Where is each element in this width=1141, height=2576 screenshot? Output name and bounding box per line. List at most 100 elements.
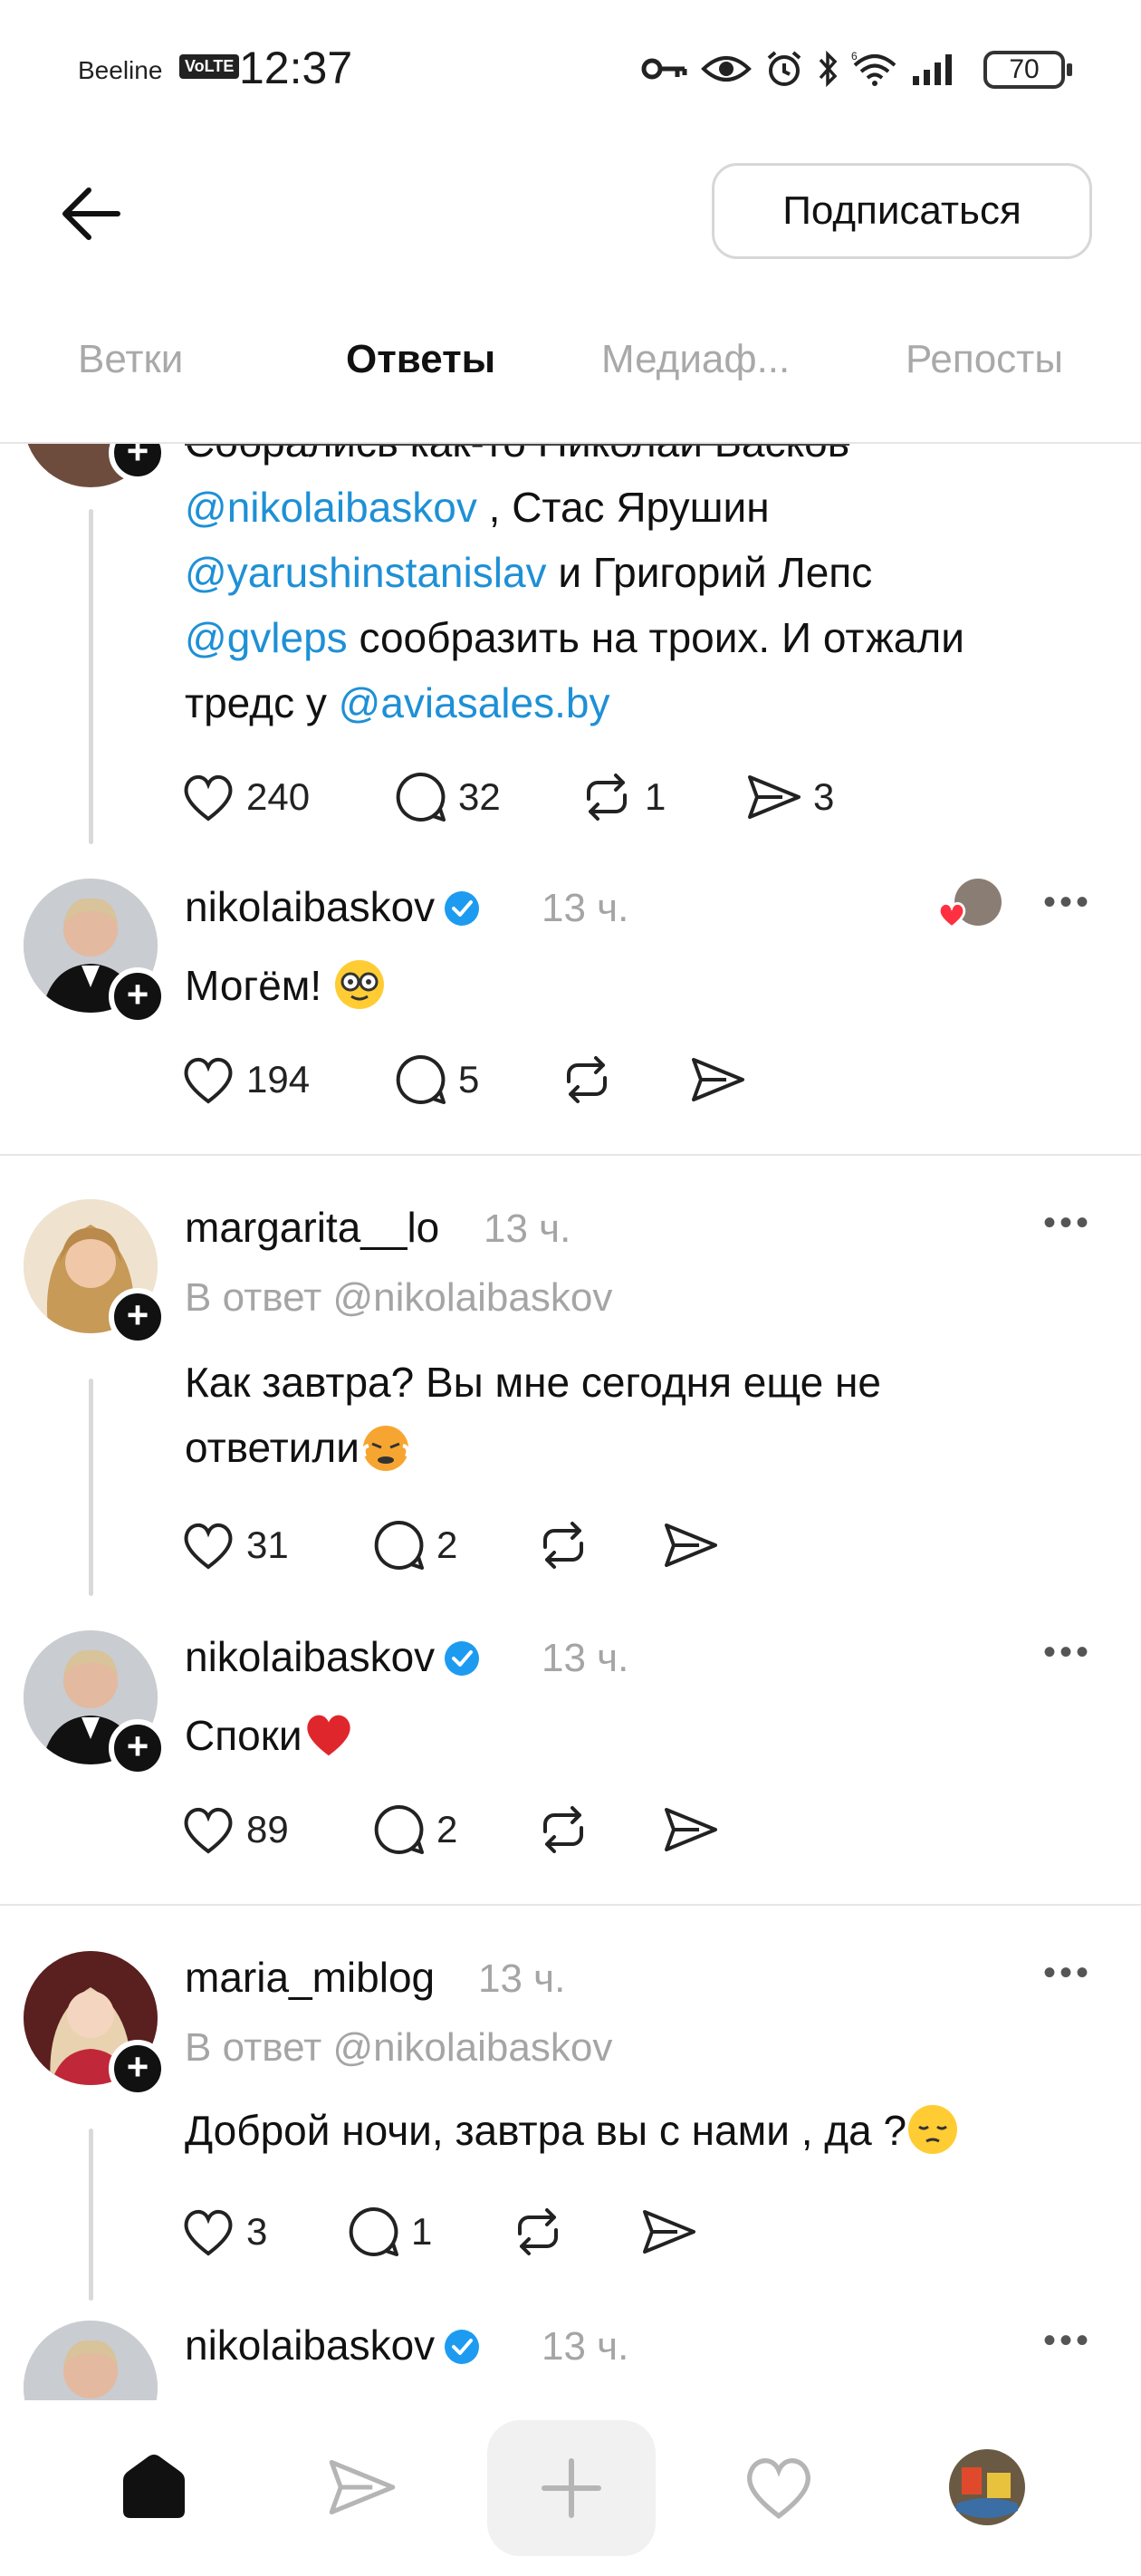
post-time: 13 ч. <box>542 886 629 930</box>
post-text-line: Собрались как-то Николай Басков <box>185 444 849 466</box>
username-text: nikolaibaskov <box>185 1633 436 1680</box>
mention-link[interactable]: @yarushinstanislav <box>185 549 547 596</box>
verified-icon <box>445 891 480 926</box>
like-button[interactable]: 89 <box>181 1802 289 1857</box>
tab-reposts[interactable]: Репосты <box>906 337 1063 382</box>
nav-new-post[interactable] <box>487 2420 656 2556</box>
post-text: Могём! <box>185 953 1072 1018</box>
more-icon[interactable]: ••• <box>1043 1634 1092 1670</box>
back-arrow-icon[interactable] <box>54 178 127 250</box>
heart-icon <box>184 1523 233 1570</box>
like-button[interactable]: 3 <box>181 2205 267 2259</box>
follow-plus-icon[interactable]: + <box>109 2040 167 2098</box>
post-text-content: Доброй ночи, завтра вы с нами , да ? <box>185 2107 907 2154</box>
mention-link[interactable]: @nikolaibaskov <box>185 484 477 531</box>
pensive-face-emoji-icon <box>908 2105 958 2154</box>
more-icon[interactable]: ••• <box>1043 1205 1092 1241</box>
thread-line <box>89 1379 93 1596</box>
reply-count: 32 <box>458 775 501 818</box>
post-username[interactable]: nikolaibaskov <box>185 882 480 931</box>
like-button[interactable]: 240 <box>181 770 310 824</box>
follow-plus-icon[interactable]: + <box>109 967 167 1025</box>
share-button[interactable] <box>663 1518 719 1572</box>
heart-icon <box>184 1057 233 1104</box>
key-icon <box>641 58 687 80</box>
like-button[interactable]: 194 <box>181 1053 310 1107</box>
subscribe-button[interactable]: Подписаться <box>712 163 1092 259</box>
share-button[interactable]: 3 <box>746 770 834 824</box>
comment-button[interactable]: 2 <box>373 1802 457 1857</box>
repost-icon <box>543 1522 583 1569</box>
post-text-line: ответили <box>185 1424 360 1471</box>
steam-face-emoji-icon <box>361 1426 410 1471</box>
avatar[interactable] <box>24 2321 158 2400</box>
follow-plus-icon[interactable]: + <box>109 1719 167 1777</box>
volte-badge: VoLTE <box>179 54 240 79</box>
repost-button[interactable] <box>560 1053 614 1107</box>
post-username[interactable]: nikolaibaskov <box>185 1632 480 1681</box>
reply-to-label[interactable]: В ответ @nikolaibaskov <box>185 1275 612 1321</box>
tab-replies[interactable]: Ответы <box>346 337 495 382</box>
post-text-content: Могём! <box>185 962 322 1009</box>
comment-icon <box>374 1804 424 1854</box>
like-count: 194 <box>246 1058 311 1101</box>
liked-by-avatars[interactable] <box>936 879 1003 937</box>
post-text: Как завтра? Вы мне сегодня еще не ответи… <box>185 1350 1072 1480</box>
more-icon[interactable]: ••• <box>1043 2322 1092 2359</box>
comment-button[interactable]: 32 <box>395 770 501 824</box>
verified-icon <box>445 2330 480 2364</box>
repost-button[interactable] <box>511 2205 565 2259</box>
share-button[interactable] <box>690 1053 746 1107</box>
heart-icon <box>937 902 966 929</box>
repost-button[interactable]: 1 <box>580 770 666 824</box>
heart-icon <box>184 2209 233 2256</box>
share-icon <box>643 2210 695 2254</box>
nav-home[interactable] <box>100 2433 208 2542</box>
post-text-line: Как завтра? Вы мне сегодня еще не <box>185 1359 882 1406</box>
comment-button[interactable]: 1 <box>348 2205 432 2259</box>
tab-media[interactable]: Медиаф... <box>601 337 790 382</box>
post-time: 13 ч. <box>484 1206 571 1251</box>
post-text: Споки <box>185 1703 1072 1768</box>
tab-threads[interactable]: Ветки <box>78 337 183 382</box>
comment-button[interactable]: 5 <box>395 1053 479 1107</box>
mention-link[interactable]: @aviasales.by <box>339 679 610 726</box>
like-count: 89 <box>246 1808 289 1850</box>
post-username[interactable]: nikolaibaskov <box>185 2321 480 2369</box>
comment-icon <box>396 772 446 822</box>
thread-line <box>89 2129 93 2301</box>
post-username[interactable]: margarita__lo <box>185 1203 439 1252</box>
carrier-label: Beeline <box>78 56 163 84</box>
post-time: 13 ч. <box>478 1956 566 2001</box>
share-button[interactable] <box>641 2205 697 2259</box>
home-icon <box>123 2455 185 2518</box>
comment-icon <box>374 1520 424 1570</box>
post-text-fragment: сообразить на троих. И отжали <box>359 614 964 661</box>
post-username[interactable]: maria_miblog <box>185 1953 435 2002</box>
repost-button[interactable] <box>536 1518 590 1572</box>
like-button[interactable]: 31 <box>181 1518 289 1572</box>
nav-activity[interactable] <box>724 2433 833 2542</box>
more-icon[interactable]: ••• <box>1043 1955 1092 1991</box>
post-time: 13 ч. <box>542 1636 629 1680</box>
comment-icon <box>349 2206 398 2256</box>
repost-button[interactable] <box>536 1802 590 1857</box>
share-button[interactable] <box>663 1802 719 1857</box>
signal-icon <box>913 54 952 85</box>
comment-button[interactable]: 2 <box>373 1518 457 1572</box>
mention-link[interactable]: @gvleps <box>185 614 348 661</box>
divider <box>0 1904 1141 1906</box>
reply-to-label[interactable]: В ответ @nikolaibaskov <box>185 2025 612 2071</box>
plus-icon <box>542 2458 601 2518</box>
verified-icon <box>445 1641 480 1676</box>
bottom-nav <box>0 2400 1141 2576</box>
status-icons: 6 <box>641 49 958 89</box>
divider <box>0 1154 1141 1156</box>
profile-tabs: Ветки Ответы Медиаф... Репосты <box>0 337 1141 444</box>
follow-plus-icon[interactable]: + <box>109 1288 167 1346</box>
nav-profile[interactable] <box>933 2433 1041 2542</box>
nav-messages[interactable] <box>308 2433 417 2542</box>
more-icon[interactable]: ••• <box>1043 884 1092 920</box>
red-heart-emoji-icon <box>306 1715 350 1756</box>
reply-count: 1 <box>411 2210 433 2253</box>
